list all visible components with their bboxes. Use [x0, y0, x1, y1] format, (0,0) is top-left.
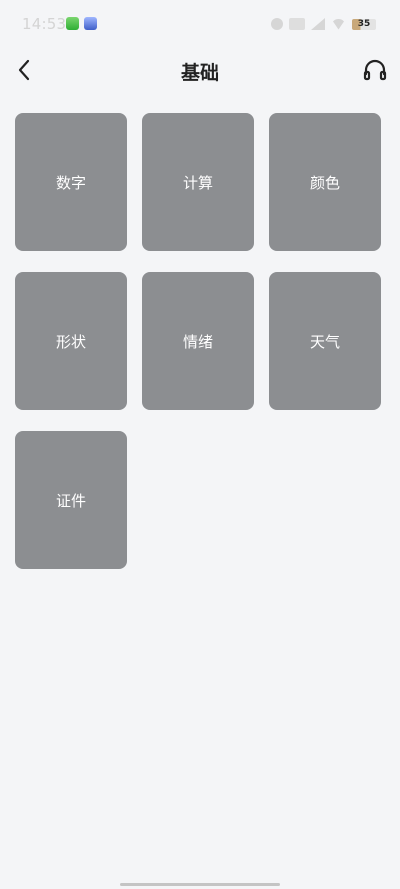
- headphones-icon: [363, 59, 387, 81]
- app-notification-icon: [84, 17, 97, 30]
- page-title: 基础: [180, 62, 219, 84]
- category-label: 情绪: [182, 332, 213, 351]
- category-grid: 数字 计算 颜色 形状 情绪 天气 证件: [15, 113, 385, 569]
- wifi-icon: [331, 18, 346, 30]
- category-label: 颜色: [309, 173, 340, 192]
- network-speed-icon: [289, 18, 305, 30]
- category-label: 计算: [182, 173, 213, 192]
- category-label: 天气: [309, 332, 340, 351]
- status-time: 14:53: [22, 15, 67, 33]
- alarm-icon: [271, 18, 283, 30]
- home-indicator[interactable]: [120, 883, 280, 886]
- category-card-weather[interactable]: 天气: [269, 272, 381, 410]
- app-notification-icon: [66, 17, 79, 30]
- signal-icon: [311, 18, 325, 30]
- category-card-colors[interactable]: 颜色: [269, 113, 381, 251]
- status-bar: 14:53 35: [0, 0, 400, 48]
- audio-button[interactable]: [360, 56, 390, 84]
- category-card-numbers[interactable]: 数字: [15, 113, 127, 251]
- category-label: 形状: [55, 332, 86, 351]
- category-label: 数字: [55, 173, 86, 192]
- category-card-shapes[interactable]: 形状: [15, 272, 127, 410]
- status-indicators: 35: [271, 15, 376, 33]
- category-card-documents[interactable]: 证件: [15, 431, 127, 569]
- header: 基础: [0, 48, 400, 94]
- category-label: 证件: [55, 491, 86, 510]
- category-card-calculation[interactable]: 计算: [142, 113, 254, 251]
- category-card-emotions[interactable]: 情绪: [142, 272, 254, 410]
- battery-icon: 35: [352, 18, 376, 30]
